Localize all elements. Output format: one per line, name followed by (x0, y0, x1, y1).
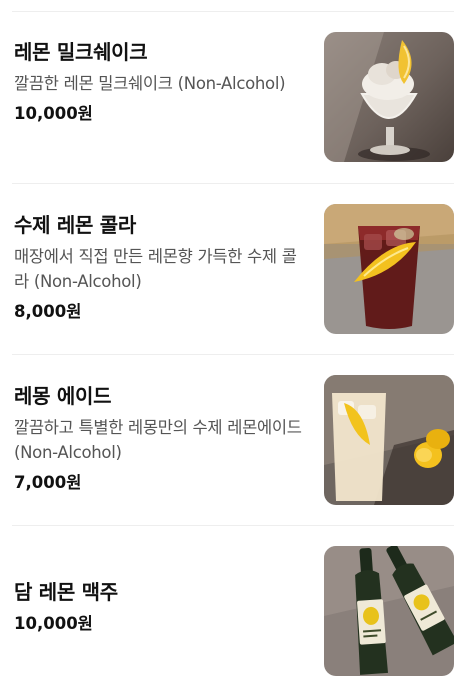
lemon-beer-photo-icon (324, 546, 454, 676)
menu-item-description: 깔끔한 레몬 밀크쉐이크 (Non-Alcohol) (14, 74, 286, 93)
menu-item-name: 수제 레몬 콜라 (14, 213, 136, 237)
menu-item-price: 8,000원 (14, 302, 82, 321)
menu-item-name: 담 레몬 맥주 (14, 580, 118, 604)
menu-item-price: 7,000원 (14, 473, 82, 492)
menu-item-name: 레몽 에이드 (14, 384, 112, 408)
menu-item-price: 10,000원 (14, 104, 93, 123)
menu-item-lemon-beer[interactable]: 담 레몬 맥주 10,000원 (0, 526, 460, 693)
menu-item-price: 10,000원 (14, 614, 93, 633)
lemon-milkshake-photo-icon (324, 32, 454, 162)
menu-item-lemon-milkshake[interactable]: 레몬 밀크쉐이크 깔끔한 레몬 밀크쉐이크 (Non-Alcohol) 10,0… (0, 12, 460, 183)
menu-item-description: 깔끔하고 특별한 레몽만의 수제 레몬에이드 (Non-Alcohol) (14, 418, 302, 462)
lemon-cola-photo-icon (324, 204, 454, 334)
menu-item-lemon-cola[interactable]: 수제 레몬 콜라 매장에서 직접 만든 레몬향 가득한 수제 콜라 (Non-A… (0, 184, 460, 354)
menu-item-description: 매장에서 직접 만든 레몬향 가득한 수제 콜라 (Non-Alcohol) (14, 247, 297, 291)
menu-item-lemonade[interactable]: 레몽 에이드 깔끔하고 특별한 레몽만의 수제 레몬에이드 (Non-Alcoh… (0, 355, 460, 525)
menu-item-name: 레몬 밀크쉐이크 (14, 40, 148, 64)
lemonade-photo-icon (324, 375, 454, 505)
